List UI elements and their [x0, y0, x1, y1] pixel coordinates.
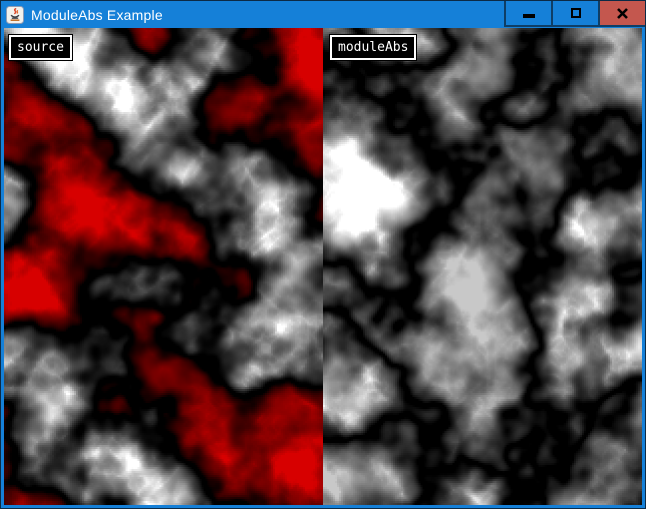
- app-window: ModuleAbs Example source mod: [0, 0, 646, 509]
- titlebar[interactable]: ModuleAbs Example: [1, 1, 645, 28]
- source-label: source: [9, 35, 72, 60]
- moduleabs-noise-image: [323, 28, 642, 505]
- minimize-button[interactable]: [504, 1, 551, 27]
- minimize-icon: [523, 14, 535, 18]
- java-coffee-cup-icon[interactable]: [6, 6, 24, 24]
- window-controls: [504, 1, 645, 27]
- panel-moduleabs: moduleAbs: [323, 28, 642, 505]
- window-title: ModuleAbs Example: [31, 7, 163, 23]
- panel-source: source: [4, 28, 323, 505]
- moduleabs-label: moduleAbs: [330, 35, 416, 60]
- close-button[interactable]: [598, 1, 645, 27]
- render-area: source moduleAbs: [4, 28, 642, 505]
- moduleabs-label-text: moduleAbs: [338, 40, 408, 55]
- source-noise-image: [4, 28, 323, 505]
- maximize-button[interactable]: [551, 1, 598, 27]
- close-icon: [616, 7, 629, 20]
- source-label-text: source: [17, 40, 64, 55]
- maximize-icon: [571, 8, 581, 18]
